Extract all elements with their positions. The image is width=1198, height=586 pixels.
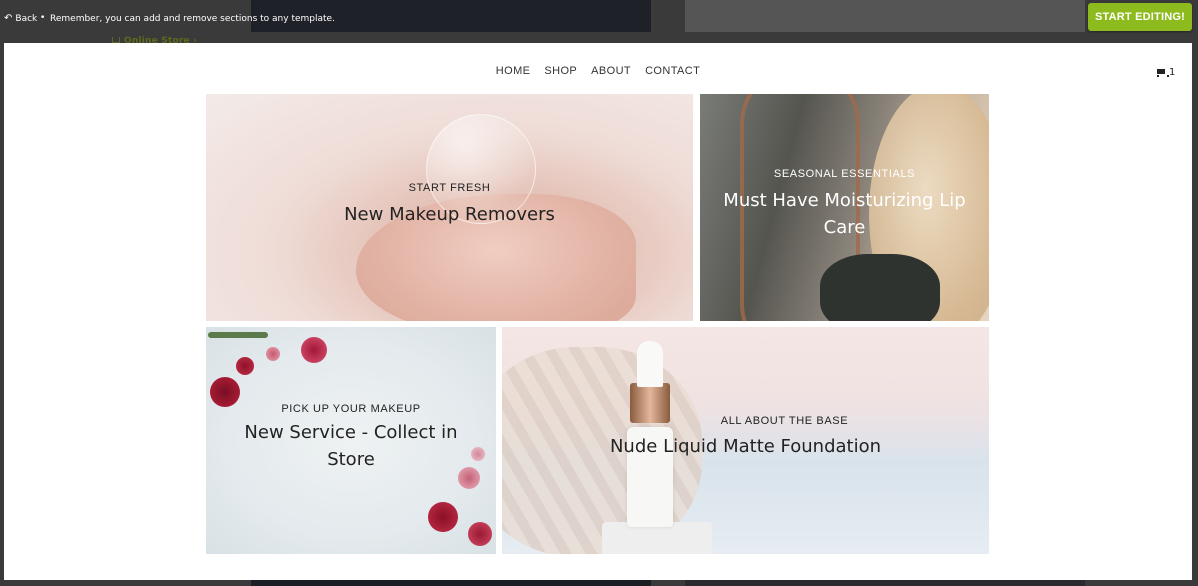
- tile-headline: New Service - Collect in Store: [244, 422, 458, 470]
- back-link[interactable]: ↶ Back: [4, 13, 37, 24]
- promo-tile-lip-care[interactable]: SEASONAL ESSENTIALS Must Have Moisturizi…: [700, 94, 989, 321]
- editor-top-bar: ↶ Back • Remember, you can add and remov…: [0, 0, 1198, 40]
- template-preview-modal: HOME SHOP ABOUT CONTACT 1 START FRESH Ne…: [4, 43, 1192, 580]
- nav-item-home[interactable]: HOME: [496, 65, 531, 77]
- template-notice: Remember, you can add and remove section…: [50, 14, 335, 24]
- dropper-image: [637, 341, 663, 387]
- backdrop-image-panel: [685, 580, 1085, 586]
- flower-image: [468, 522, 492, 546]
- back-label: Back: [15, 13, 38, 24]
- tile-headline: Nude Liquid Matte Foundation: [609, 436, 882, 457]
- nav-item-shop[interactable]: SHOP: [544, 65, 577, 77]
- cart-icon: [1155, 68, 1169, 78]
- flower-image: [266, 347, 280, 361]
- tile-eyebrow: SEASONAL ESSENTIALS: [773, 168, 916, 180]
- backdrop-image-panel: [251, 580, 651, 586]
- tile-headline: Must Have Moisturizing Lip Care: [723, 190, 966, 238]
- sleeve-image: [820, 254, 940, 321]
- nav-item-about[interactable]: ABOUT: [591, 65, 631, 77]
- tile-eyebrow: PICK UP YOUR MAKEUP: [281, 403, 421, 415]
- cart-count: 1: [1169, 67, 1176, 78]
- start-editing-button[interactable]: START EDITING!: [1088, 3, 1192, 31]
- flower-image: [301, 337, 327, 363]
- tile-eyebrow: START FRESH: [408, 182, 491, 194]
- promo-tile-makeup-removers[interactable]: START FRESH New Makeup Removers: [206, 94, 693, 321]
- tile-eyebrow: ALL ABOUT THE BASE: [720, 415, 849, 427]
- flower-image: [236, 357, 254, 375]
- promo-tile-collect-in-store[interactable]: PICK UP YOUR MAKEUP New Service - Collec…: [206, 327, 496, 554]
- back-arrow-icon: ↶: [4, 13, 13, 24]
- flower-image: [428, 502, 458, 532]
- separator-dot: •: [40, 13, 46, 23]
- cart-button[interactable]: 1: [1155, 67, 1175, 78]
- tile-headline: New Makeup Removers: [344, 204, 555, 225]
- flower-image: [208, 332, 268, 338]
- flower-image: [471, 447, 485, 461]
- promo-tile-foundation[interactable]: ALL ABOUT THE BASE Nude Liquid Matte Fou…: [502, 327, 989, 554]
- nav-item-contact[interactable]: CONTACT: [645, 65, 700, 77]
- site-nav: HOME SHOP ABOUT CONTACT: [4, 65, 1192, 77]
